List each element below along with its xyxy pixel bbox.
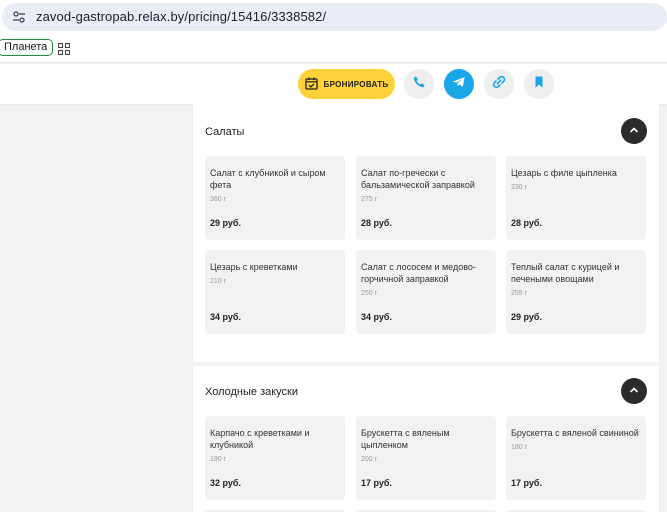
browser-url-bar: zavod-gastropab.relax.by/pricing/15416/3… <box>0 0 667 34</box>
item-name: Теплый салат с курицей и печеными овощам… <box>511 262 620 284</box>
menu-item-card[interactable]: Салат с клубникой и сыром фета 360 г 29 … <box>205 156 345 240</box>
menu-item-card[interactable]: Брускетта с вяленым цыпленком 200 г 17 р… <box>356 416 496 500</box>
menu-item-card[interactable]: Теплый салат с курицей и печеными овощам… <box>506 250 646 334</box>
collapse-button-cold-appetizers[interactable] <box>621 378 647 404</box>
item-price: 34 руб. <box>210 312 241 322</box>
address-box[interactable]: zavod-gastropab.relax.by/pricing/15416/3… <box>2 3 667 31</box>
bookmark-icon <box>532 75 546 94</box>
item-price: 29 руб. <box>210 218 241 228</box>
item-weight: 200 г <box>361 456 378 463</box>
telegram-button[interactable] <box>444 69 474 99</box>
item-name: Салат с лососем и медово-горчичной запра… <box>361 262 476 284</box>
apps-grid-icon[interactable] <box>57 42 71 56</box>
item-weight: 250 г <box>361 290 378 297</box>
calendar-check-icon <box>304 77 318 92</box>
site-settings-icon[interactable] <box>12 10 26 24</box>
item-price: 17 руб. <box>511 478 542 488</box>
item-price: 32 руб. <box>210 478 241 488</box>
item-name: Салат с клубникой и сыром фета <box>210 168 326 190</box>
item-price: 28 руб. <box>361 218 392 228</box>
item-weight: 255 г <box>511 290 528 297</box>
bookmarks-bar: Планета <box>0 34 667 63</box>
chevron-up-icon <box>629 122 639 140</box>
item-weight: 190 г <box>210 456 227 463</box>
chevron-up-icon <box>629 382 639 400</box>
copy-link-button[interactable] <box>484 69 514 99</box>
item-name: Цезарь с креветками <box>210 262 298 272</box>
menu-item-card[interactable]: Салат по-гречески с бальзамической запра… <box>356 156 496 240</box>
item-price: 34 руб. <box>361 312 392 322</box>
item-weight: 230 г <box>511 184 528 191</box>
bookmark-button[interactable] <box>524 69 554 99</box>
item-name: Цезарь с филе цыпленка <box>511 168 617 178</box>
section-title-salads: Салаты <box>205 126 245 138</box>
menu-item-card[interactable]: Цезарь с креветками 210 г 34 руб. <box>205 250 345 334</box>
item-name: Брускетта с вяленой свининой <box>511 428 639 438</box>
item-price: 29 руб. <box>511 312 542 322</box>
book-button[interactable]: БРОНИРОВАТЬ <box>298 69 395 99</box>
item-name: Брускетта с вяленым цыпленком <box>361 428 450 450</box>
section-divider <box>193 362 659 366</box>
url-text[interactable]: zavod-gastropab.relax.by/pricing/15416/3… <box>36 9 326 24</box>
item-weight: 180 г <box>511 444 528 451</box>
telegram-icon <box>452 75 466 94</box>
phone-button[interactable] <box>404 69 434 99</box>
bookmark-planeta[interactable]: Планета <box>0 39 54 56</box>
menu-item-card[interactable]: Салат с лососем и медово-горчичной запра… <box>356 250 496 334</box>
menu-item-card[interactable]: Брускетта с вяленой свининой 180 г 17 ру… <box>506 416 646 500</box>
item-weight: 210 г <box>210 278 227 285</box>
item-name: Карпачо с креветками и клубникой <box>210 428 310 450</box>
phone-icon <box>412 75 426 94</box>
item-name: Салат по-гречески с бальзамической запра… <box>361 168 475 190</box>
book-button-label: БРОНИРОВАТЬ <box>323 79 389 89</box>
section-title-cold-appetizers: Холодные закуски <box>205 386 299 398</box>
item-weight: 275 г <box>361 196 378 203</box>
collapse-button-salads[interactable] <box>621 118 647 144</box>
item-price: 28 руб. <box>511 218 542 228</box>
link-icon <box>492 75 506 94</box>
menu-item-card[interactable]: Карпачо с креветками и клубникой 190 г 3… <box>205 416 345 500</box>
item-price: 17 руб. <box>361 478 392 488</box>
site-header: БРОНИРОВАТЬ <box>0 64 667 104</box>
item-weight: 360 г <box>210 196 227 203</box>
menu-item-card[interactable]: Цезарь с филе цыпленка 230 г 28 руб. <box>506 156 646 240</box>
